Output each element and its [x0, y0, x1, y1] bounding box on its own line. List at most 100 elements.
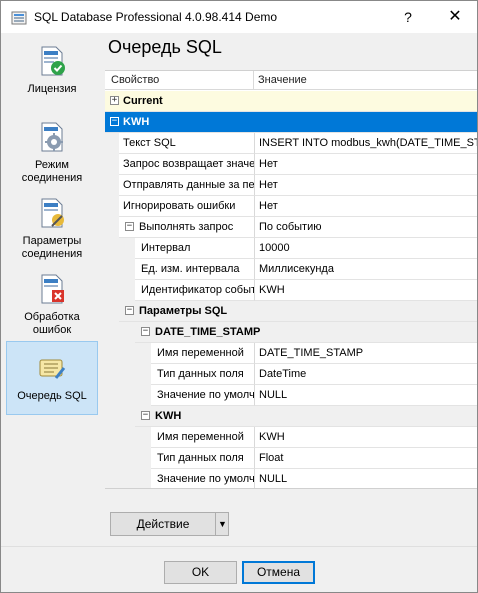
row-indent-margin [105, 196, 119, 217]
grid-category-row[interactable]: Current + [105, 91, 477, 112]
row-indent-margin [105, 406, 135, 427]
grid-property-row[interactable]: Ед. изм. интервала Миллисекунда [105, 259, 477, 280]
error-handling-icon [41, 274, 64, 304]
row-indent-margin [105, 301, 119, 322]
column-separator[interactable] [253, 71, 254, 90]
collapse-icon[interactable]: − [110, 117, 119, 126]
grid-property-row[interactable]: Значение по умолчаниюNULL [105, 469, 477, 488]
grid-property-row[interactable]: Выполнять запрос − По событию [105, 217, 477, 238]
property-name: Выполнять запрос [119, 217, 254, 238]
grid-property-row[interactable]: Текст SQL INSERT INTO modbus_kwh(DATE_TIM… [105, 133, 477, 154]
property-name: Текст SQL [119, 133, 254, 154]
close-button[interactable]: ✕ [433, 3, 477, 31]
property-value[interactable]: DateTime [254, 364, 477, 385]
property-name: Тип данных поля [151, 364, 254, 385]
property-value[interactable]: KWH [254, 427, 477, 448]
sidebar-item-connection-mode[interactable]: Режим соединения [6, 117, 98, 191]
property-name: Имя переменной [151, 427, 254, 448]
grid-property-row[interactable]: Тип данных поля DateTime [105, 364, 477, 385]
property-value[interactable]: Миллисекунда [254, 259, 477, 280]
action-button-label: Действие [136, 517, 190, 531]
grid-property-row[interactable]: Запрос возвращает значенияНет [105, 154, 477, 175]
property-name: Ед. изм. интервала [135, 259, 254, 280]
property-value[interactable]: INSERT INTO modbus_kwh(DATE_TIME_STAMP,K… [254, 133, 477, 154]
license-check-icon [41, 46, 65, 76]
property-value[interactable]: DATE_TIME_STAMP [254, 343, 477, 364]
grid-category-row[interactable]: Параметры SQL − [105, 301, 477, 322]
grid-property-row[interactable]: Имя переменной KWH [105, 427, 477, 448]
property-value[interactable]: NULL [254, 469, 477, 488]
grid-property-row[interactable]: Тип данных поля Float [105, 448, 477, 469]
grid-category-row[interactable]: DATE_TIME_STAMP − [105, 322, 477, 343]
sidebar-item-label: Режим соединения [21, 159, 83, 184]
cancel-button[interactable]: Отмена [242, 561, 315, 584]
sql-queue-icon [39, 359, 66, 379]
property-name: Имя переменной [151, 343, 254, 364]
property-name: Отправлять данные за период [119, 175, 254, 196]
property-name: Интервал [135, 238, 254, 259]
property-name: Значение по умолчанию [151, 469, 254, 488]
sidebar-item-label: Лицензия [27, 83, 77, 95]
property-value[interactable]: 10000 [254, 238, 477, 259]
property-value[interactable]: NULL [254, 385, 477, 406]
property-name: Идентификатор события [135, 280, 254, 301]
property-value[interactable]: KWH [254, 280, 477, 301]
property-name: DATE_TIME_STAMP [135, 322, 477, 343]
property-name: Параметры SQL [119, 301, 477, 322]
property-value[interactable]: Нет [254, 154, 477, 175]
grid-category-row[interactable]: KWH − [105, 406, 477, 427]
connection-mode-gear-icon [41, 122, 63, 152]
property-name: Значение по умолчанию [151, 385, 254, 406]
row-indent-margin [105, 175, 119, 196]
grid-property-row[interactable]: Отправлять данные за периодНет [105, 175, 477, 196]
grid-property-row[interactable]: Идентификатор событияKWH [105, 280, 477, 301]
sidebar-item-error-handling[interactable]: Обработка ошибок [6, 269, 98, 343]
row-indent-margin [105, 217, 119, 238]
row-indent-margin [105, 364, 151, 385]
grid-category-row[interactable]: KWH − [105, 112, 477, 133]
title-bar: SQL Database Professional 4.0.98.414 Dem… [1, 1, 477, 33]
row-indent-margin [105, 259, 135, 280]
collapse-icon[interactable]: − [141, 327, 150, 336]
sidebar-item-label: Параметры соединения [21, 235, 83, 260]
grid-property-row[interactable]: Имя переменной DATE_TIME_STAMP [105, 343, 477, 364]
grid-header: Свойство Значение [105, 71, 477, 90]
collapse-icon[interactable]: − [125, 222, 134, 231]
row-indent-margin [105, 280, 135, 301]
action-dropdown-button[interactable]: Действие ▼ [110, 512, 229, 536]
row-indent-margin [105, 427, 151, 448]
row-indent-margin [105, 133, 119, 154]
collapse-icon[interactable]: − [141, 411, 150, 420]
collapse-icon[interactable]: − [125, 306, 134, 315]
dialog-window: SQL Database Professional 4.0.98.414 Dem… [0, 0, 478, 593]
property-name: KWH [135, 406, 477, 427]
sidebar-item-label: Обработка ошибок [24, 311, 80, 336]
property-value[interactable]: Float [254, 448, 477, 469]
chevron-down-icon[interactable]: ▼ [217, 513, 228, 535]
row-indent-margin [105, 322, 135, 343]
property-value[interactable]: Нет [254, 196, 477, 217]
sidebar-item-sql-queue[interactable]: Очередь SQL [6, 341, 98, 415]
window-title: SQL Database Professional 4.0.98.414 Dem… [34, 10, 278, 24]
sidebar-item-connection-params[interactable]: Параметры соединения [6, 193, 98, 267]
connection-params-icon [41, 198, 64, 228]
column-header-value: Значение [258, 74, 307, 86]
column-header-property: Свойство [111, 74, 160, 86]
row-indent-margin [105, 154, 119, 175]
property-name: Игнорировать ошибки [119, 196, 254, 217]
property-value[interactable]: По событию [254, 217, 477, 238]
app-icon [11, 11, 27, 25]
grid-property-row[interactable]: Значение по умолчаниюNULL [105, 385, 477, 406]
expand-icon[interactable]: + [110, 96, 119, 105]
grid-property-row[interactable]: Интервал 10000 [105, 238, 477, 259]
row-indent-margin [105, 343, 151, 364]
help-button[interactable]: ? [394, 5, 422, 29]
property-name: Тип данных поля [151, 448, 254, 469]
property-grid[interactable]: Свойство Значение Current + KWH − Текст SQL I… [105, 70, 477, 489]
grid-property-row[interactable]: Игнорировать ошибки Нет [105, 196, 477, 217]
sidebar-item-license[interactable]: Лицензия [6, 41, 98, 115]
dialog-footer: OK Отмена [1, 546, 477, 592]
property-value[interactable]: Нет [254, 175, 477, 196]
ok-button[interactable]: OK [164, 561, 237, 584]
split-divider [215, 513, 216, 535]
